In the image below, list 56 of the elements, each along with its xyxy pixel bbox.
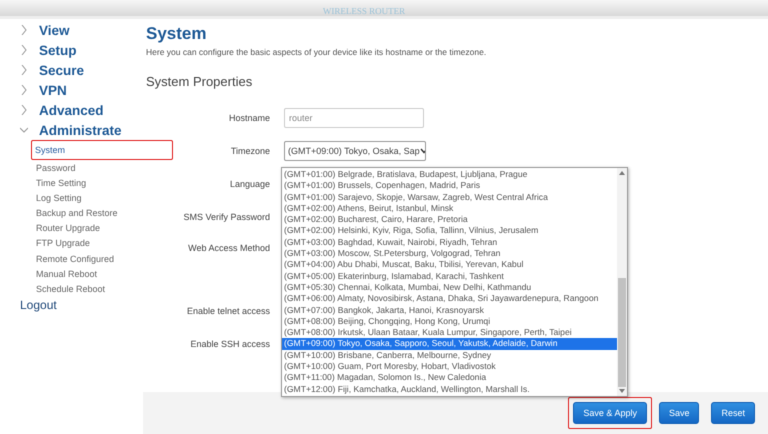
timezone-option[interactable]: (GMT+01:00) Belgrade, Bratislava, Budapest, Ljubljana, Prague — [282, 169, 617, 180]
field-label: Timezone — [230, 146, 270, 156]
field-label: Web Access Method — [187, 243, 270, 253]
field-label: Enable telnet access — [186, 306, 270, 316]
chevron-down-icon — [20, 125, 28, 135]
scrollbar[interactable] — [617, 168, 627, 396]
menu-section[interactable]: Administrate — [20, 120, 143, 140]
menu-section[interactable]: View — [20, 20, 143, 40]
field-label: Hostname — [228, 112, 270, 122]
field-label: Enable SSH access — [189, 338, 270, 348]
timezone-option[interactable]: (GMT+01:00) Brussels, Copenhagen, Madrid, Paris — [282, 180, 617, 192]
menu-item[interactable]: Log Setting — [31, 190, 87, 206]
menu-item[interactable]: Time Setting — [31, 175, 92, 190]
timezone-option[interactable]: (GMT+12:00) Fiji, Kamchatka, Auckland, Wellington, Marshall Is. — [282, 384, 617, 395]
timezone-option[interactable]: (GMT+01:00) Sarajevo, Skopje, Warsaw, Zagreb, West Central Africa — [282, 192, 617, 203]
section-title: System Properties — [146, 74, 254, 89]
menu-item[interactable]: Password — [31, 160, 81, 176]
menu-item[interactable]: Schedule Reboot — [31, 280, 110, 296]
menu-item[interactable]: Manual Reboot — [31, 266, 102, 281]
logout-link[interactable]: Logout — [20, 298, 143, 312]
field-label: SMS Verify Password — [182, 212, 270, 222]
timezone-option[interactable]: (GMT+02:00) Helsinki, Kyiv, Riga, Sofia, Tallinn, Vilnius, Jerusalem — [282, 225, 617, 237]
save-apply-button[interactable]: Save & Apply — [573, 402, 647, 424]
page-description: Here you can configure the basic aspects of your device like its hostname or the timezone. — [146, 47, 488, 57]
menu-section[interactable]: Secure — [20, 60, 143, 80]
scroll-up-icon — [619, 171, 625, 175]
timezone-option[interactable]: (GMT+08:00) Beijing, Chongqing, Hong Kong, Urumqi — [282, 316, 617, 328]
menu-item[interactable]: System — [31, 140, 173, 160]
timezone-option[interactable]: (GMT+08:00) Irkutsk, Ulaan Bataar, Kuala Lumpur, Singapore, Perth, Taipei — [282, 327, 617, 338]
menu-item[interactable]: Backup and Restore — [31, 205, 123, 220]
timezone-option[interactable]: (GMT+02:00) Bucharest, Cairo, Harare, Pretoria — [282, 214, 617, 226]
timezone-select[interactable]: (GMT+09:00) Tokyo, Osaka, Sap — [284, 140, 426, 160]
menu-item[interactable]: Remote Configured — [31, 250, 120, 266]
timezone-option[interactable]: (GMT+07:00) Bangkok, Jakarta, Hanoi, Krasnoyarsk — [282, 304, 617, 316]
menu-item[interactable]: Router Upgrade — [31, 220, 106, 236]
menu-section[interactable]: Advanced — [20, 100, 143, 120]
timezone-option[interactable]: (GMT+03:00) Baghdad, Kuwait, Nairobi, Riyadh, Tehran — [282, 236, 617, 248]
timezone-option[interactable]: (GMT+04:00) Abu Dhabi, Muscat, Baku, Tbilisi, Yerevan, Kabul — [282, 259, 617, 271]
timezone-option[interactable]: (GMT+05:00) Ekaterinburg, Islamabad, Karachi, Tashkent — [282, 270, 617, 282]
reset-button[interactable]: Reset — [711, 402, 755, 424]
timezone-option[interactable]: (GMT+10:00) Brisbane, Canberra, Melbourne, Sydney — [282, 350, 617, 362]
timezone-option[interactable]: (GMT+09:00) Tokyo, Osaka, Sapporo, Seoul, Yakutsk, Adelaide, Darwin — [282, 338, 617, 350]
timezone-option[interactable]: (GMT+03:00) Moscow, St.Petersburg, Volgograd, Tehran — [282, 248, 617, 260]
save-button[interactable]: Save — [658, 402, 700, 424]
timezone-option[interactable]: (GMT+05:30) Chennai, Kolkata, Mumbai, New Delhi, Kathmandu — [282, 282, 617, 294]
menu-section[interactable]: VPN — [20, 80, 143, 100]
menu-section[interactable]: Setup — [20, 40, 143, 60]
header-subtitle: WIRELESS ROUTER — [322, 6, 406, 16]
timezone-option[interactable]: (GMT+02:00) Athens, Beirut, Istanbul, Minsk — [282, 202, 617, 214]
menu-item[interactable]: FTP Upgrade — [31, 235, 95, 251]
field-label: Language — [228, 178, 270, 188]
timezone-option[interactable]: (GMT+10:00) Guam, Port Moresby, Hobart, Vladivostok — [282, 361, 617, 372]
hostname-field[interactable]: router — [284, 108, 424, 128]
timezone-option[interactable]: (GMT+11:00) Magadan, Solomon Is., New Caledonia — [282, 372, 617, 384]
timezone-option[interactable]: (GMT+06:00) Almaty, Novosibirsk, Astana, Dhaka, Sri Jayawardenepura, Rangoon — [282, 293, 617, 305]
page-title: System — [146, 24, 208, 44]
